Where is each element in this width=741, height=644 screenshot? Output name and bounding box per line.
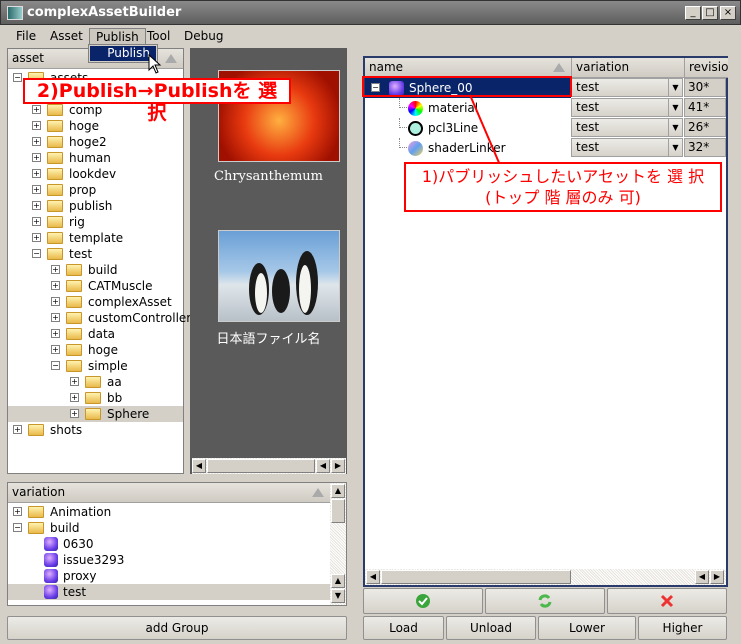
annotation-step2: 2)Publish→Publishを 選 択	[23, 78, 291, 124]
annotation-step1-line1: 1)パブリッシュしたいアセットを 選 択	[421, 167, 705, 186]
annotation-step1: 1)パブリッシュしたいアセットを 選 択 (トップ 階 層のみ 可)	[404, 162, 722, 212]
annotation-highlight-box	[362, 76, 572, 97]
annotation-step1-line2: (トップ 階 層のみ 可)	[485, 188, 641, 207]
